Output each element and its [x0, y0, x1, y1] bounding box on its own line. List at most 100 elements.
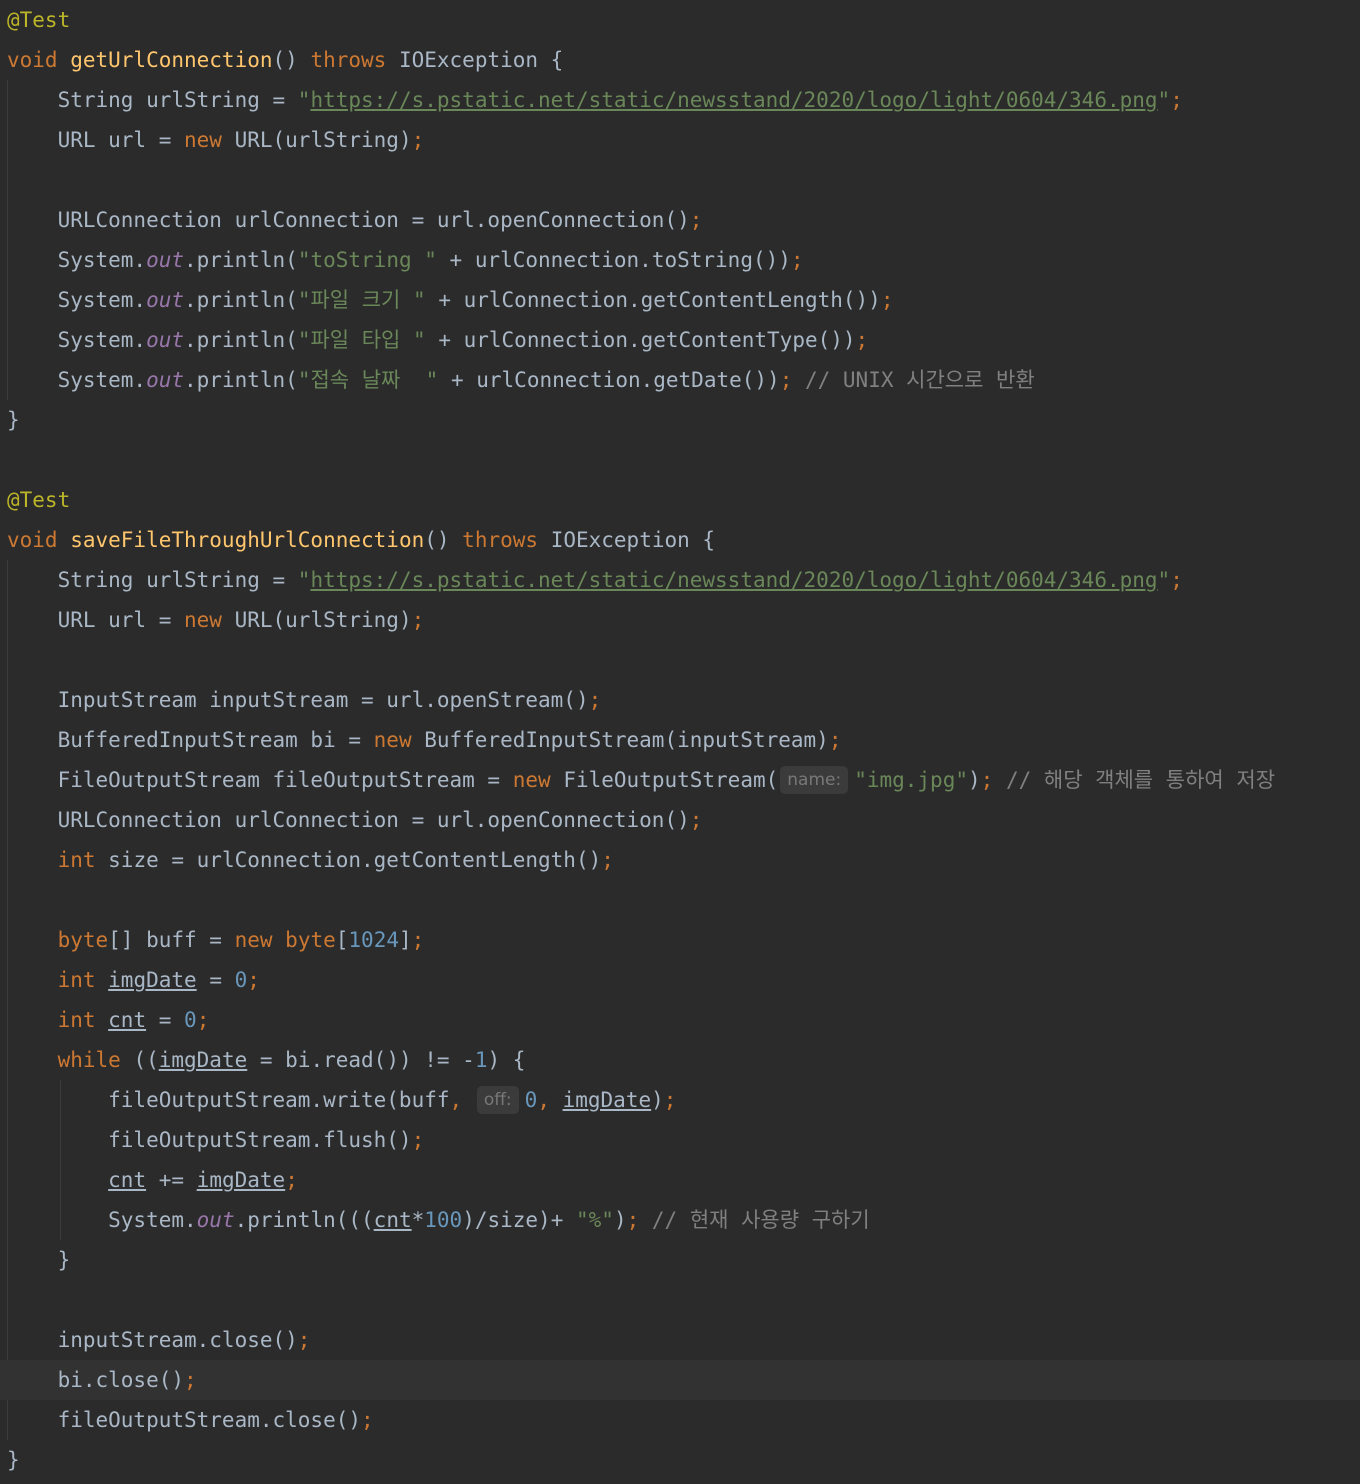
code-line[interactable]: System.out.println("toString " + urlConn… — [0, 240, 1360, 280]
code-token: String urlString = — [7, 568, 298, 592]
code-line[interactable]: System.out.println("파일 크기 " + urlConnect… — [0, 280, 1360, 320]
code-token: int — [57, 1008, 109, 1032]
code-token: [ — [335, 928, 349, 952]
code-line[interactable]: BufferedInputStream bi = new BufferedInp… — [0, 720, 1360, 760]
code-token: .println((( — [234, 1208, 374, 1232]
code-token: imgDate — [196, 1168, 286, 1192]
code-token: )/size)+ — [462, 1208, 576, 1232]
code-editor[interactable]: @Test void getUrlConnection() throws IOEx… — [0, 0, 1360, 1484]
code-line[interactable]: } — [0, 1240, 1360, 1280]
code-line[interactable]: } — [0, 400, 1360, 440]
code-token: ; — [689, 208, 703, 232]
code-token: ; — [247, 968, 260, 992]
code-line[interactable]: URL url = new URL(urlString); — [0, 120, 1360, 160]
code-token: + urlConnection.toString()) — [436, 248, 791, 272]
code-token: .println( — [184, 368, 298, 392]
code-line[interactable]: URL url = new URL(urlString); — [0, 600, 1360, 640]
code-token: * — [411, 1208, 425, 1232]
code-line[interactable]: fileOutputStream.flush(); — [0, 1120, 1360, 1160]
code-token: bi.close() — [7, 1368, 185, 1392]
code-line[interactable] — [0, 1280, 1360, 1320]
code-line[interactable]: fileOutputStream.write(buff, off: 0, imgD… — [0, 1080, 1360, 1120]
code-token: ; — [980, 768, 1006, 792]
code-line[interactable]: System.out.println("파일 타입 " + urlConnect… — [0, 320, 1360, 360]
code-token: ; — [588, 688, 602, 712]
code-token: () — [424, 528, 463, 552]
code-line[interactable]: @Test — [0, 0, 1360, 40]
code-token: 100 — [424, 1208, 463, 1232]
parameter-hint: name: — [780, 766, 849, 794]
code-token: throws — [462, 528, 551, 552]
code-line[interactable] — [0, 440, 1360, 480]
code-token: size = urlConnection.getContentLength() — [108, 848, 602, 872]
code-line[interactable]: InputStream inputStream = url.openStream… — [0, 680, 1360, 720]
code-token: saveFileThroughUrlConnection — [70, 528, 425, 552]
code-token: imgDate — [158, 1048, 248, 1072]
code-token: .println( — [184, 288, 298, 312]
code-token: getUrlConnection — [70, 48, 273, 72]
code-line[interactable]: System.out.println("접속 날짜 " + urlConnect… — [0, 360, 1360, 400]
code-line[interactable]: byte[] buff = new byte[1024]; — [0, 920, 1360, 960]
code-token: 1024 — [348, 928, 399, 952]
code-token: , — [537, 1088, 563, 1112]
code-token: ; — [1170, 88, 1183, 112]
code-line[interactable]: URLConnection urlConnection = url.openCo… — [0, 200, 1360, 240]
code-token: throws — [310, 48, 399, 72]
code-token: ; — [880, 288, 894, 312]
code-line[interactable]: fileOutputStream.close(); — [0, 1400, 1360, 1440]
code-token: " — [297, 568, 311, 592]
code-token: "파일 크기 " — [297, 288, 426, 312]
code-line[interactable]: @Test — [0, 480, 1360, 520]
code-line[interactable]: int imgDate = 0; — [0, 960, 1360, 1000]
code-line[interactable]: cnt += imgDate; — [0, 1160, 1360, 1200]
code-line[interactable] — [0, 880, 1360, 920]
code-token: ) — [651, 1088, 664, 1112]
code-line[interactable]: URLConnection urlConnection = url.openCo… — [0, 800, 1360, 840]
code-token: " — [1157, 88, 1171, 112]
code-line[interactable] — [0, 160, 1360, 200]
code-line[interactable]: void saveFileThroughUrlConnection() thro… — [0, 520, 1360, 560]
code-line[interactable]: System.out.println(((cnt*100)/size)+ "%"… — [0, 1200, 1360, 1240]
parameter-hint: off: — [476, 1086, 519, 1114]
code-line[interactable]: FileOutputStream fileOutputStream = new … — [0, 760, 1360, 800]
code-token: + urlConnection.getDate()) — [438, 368, 780, 392]
code-token: ; — [790, 248, 804, 272]
code-line[interactable]: while ((imgDate = bi.read()) != -1) { — [0, 1040, 1360, 1080]
code-token: "파일 타입 " — [297, 328, 426, 352]
code-line[interactable]: String urlString = "https://s.pstatic.ne… — [0, 80, 1360, 120]
code-line[interactable]: String urlString = "https://s.pstatic.ne… — [0, 560, 1360, 600]
code-line[interactable]: } — [0, 1440, 1360, 1480]
code-token: "%" — [576, 1208, 614, 1232]
code-token: BufferedInputStream(inputStream) — [424, 728, 829, 752]
code-line[interactable]: int cnt = 0; — [0, 1000, 1360, 1040]
current-code-line[interactable]: bi.close(); — [0, 1360, 1360, 1400]
code-token: new — [184, 608, 235, 632]
code-token: ; — [828, 728, 842, 752]
code-token: "img.jpg" — [854, 768, 968, 792]
code-line[interactable]: inputStream.close(); — [0, 1320, 1360, 1360]
code-token: 0 — [524, 1088, 538, 1112]
code-token: ; — [411, 1128, 425, 1152]
code-line[interactable]: int size = urlConnection.getContentLengt… — [0, 840, 1360, 880]
code-token: URL url = — [7, 608, 185, 632]
code-token: @Test — [7, 488, 71, 512]
code-token: ; — [285, 1168, 298, 1192]
code-token: int — [57, 968, 109, 992]
code-token: out — [196, 1208, 235, 1232]
code-token: // 현재 사용량 구하기 — [651, 1208, 870, 1232]
code-token: ) { — [487, 1048, 526, 1072]
code-token: = bi.read()) != - — [247, 1048, 475, 1072]
code-token: ; — [1170, 568, 1183, 592]
code-token: ; — [601, 848, 614, 872]
code-line[interactable] — [0, 640, 1360, 680]
code-line[interactable]: void getUrlConnection() throws IOExcepti… — [0, 40, 1360, 80]
code-token: fileOutputStream.write(buff — [7, 1088, 450, 1112]
code-token: fileOutputStream.flush() — [7, 1128, 412, 1152]
code-token: System. — [7, 1208, 197, 1232]
code-token: (( — [133, 1048, 159, 1072]
code-token: = — [146, 1008, 185, 1032]
code-token: new — [512, 768, 564, 792]
